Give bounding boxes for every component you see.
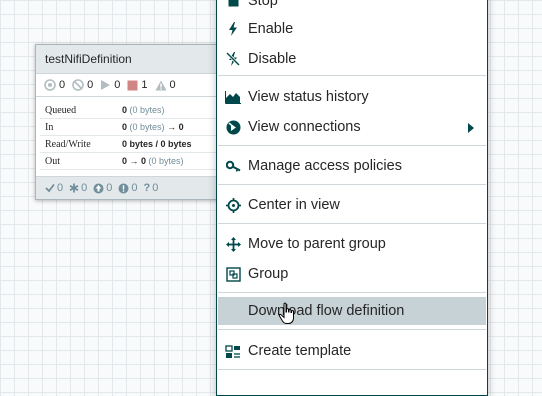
menu-item-view-status-history[interactable]: View status history bbox=[218, 83, 486, 111]
stats-count: 0 bbox=[122, 105, 128, 115]
stats-label: In bbox=[45, 121, 54, 133]
disable-flash-icon bbox=[226, 51, 240, 67]
not-transmitting-icon bbox=[72, 79, 84, 91]
menu-divider bbox=[218, 75, 486, 76]
stats-detail: (0 bytes) bbox=[129, 122, 165, 132]
move-arrows-icon bbox=[225, 236, 241, 252]
menu-item-stop[interactable]: Stop bbox=[218, 0, 486, 15]
context-menu: Stop Enable Disable View status history … bbox=[216, 0, 488, 396]
question-icon: ? bbox=[143, 182, 151, 194]
menu-item-label: Create template bbox=[248, 343, 352, 359]
menu-item-label: View status history bbox=[248, 89, 369, 105]
stats-label: Out bbox=[45, 155, 60, 167]
stats-count: 0 bbox=[122, 122, 128, 132]
transmitting-status: 0 bbox=[44, 79, 65, 91]
warning-icon bbox=[155, 80, 166, 90]
running-status: 0 bbox=[100, 79, 120, 91]
menu-item-label: Disable bbox=[248, 51, 297, 67]
template-icon bbox=[225, 344, 240, 358]
menu-item-create-template[interactable]: Create template bbox=[218, 337, 486, 365]
stats-count: 0 → 0 bbox=[122, 156, 147, 166]
menu-item-move-to-parent-group[interactable]: Move to parent group bbox=[218, 230, 486, 258]
stats-detail: (0 bytes) bbox=[148, 156, 184, 166]
hand-cursor-icon bbox=[278, 302, 294, 324]
menu-item-label: Move to parent group bbox=[248, 236, 386, 252]
transmitting-icon bbox=[44, 79, 56, 91]
menu-item-center-in-view[interactable]: Center in view bbox=[218, 191, 486, 219]
check-icon bbox=[45, 183, 55, 193]
menu-item-download-flow-definition[interactable]: Download flow definition bbox=[218, 297, 486, 325]
stats-label: Queued bbox=[45, 104, 77, 116]
menu-divider bbox=[218, 369, 486, 370]
exclamation-circle-icon bbox=[118, 183, 129, 193]
running-count: 0 bbox=[114, 79, 121, 91]
stop-icon bbox=[127, 80, 138, 90]
key-icon bbox=[225, 160, 240, 172]
modified-stale-status: 0 bbox=[118, 182, 138, 194]
not-transmitting-count: 0 bbox=[87, 79, 94, 91]
menu-item-label: Group bbox=[248, 266, 289, 282]
arrow-circle-icon bbox=[226, 120, 240, 134]
menu-divider bbox=[218, 223, 486, 224]
locally-modified-status: 0 bbox=[69, 182, 87, 194]
invalid-status: 0 bbox=[155, 79, 176, 91]
stale-status: 0 bbox=[93, 182, 112, 194]
menu-item-label: Stop bbox=[248, 0, 278, 9]
menu-divider bbox=[218, 145, 486, 146]
crosshair-icon bbox=[225, 197, 241, 213]
stats-detail: (0 bytes) bbox=[129, 105, 165, 115]
menu-item-group[interactable]: Group bbox=[218, 260, 486, 288]
invalid-count: 0 bbox=[169, 79, 176, 91]
area-chart-icon bbox=[225, 90, 241, 104]
menu-item-label: View connections bbox=[248, 119, 361, 135]
sync-failure-status: ? 0 bbox=[143, 182, 159, 194]
menu-item-disable[interactable]: Disable bbox=[218, 45, 486, 73]
menu-item-label: Enable bbox=[248, 21, 294, 37]
up-to-date-status: 0 bbox=[45, 182, 63, 194]
group-icon bbox=[225, 266, 241, 282]
not-transmitting-status: 0 bbox=[72, 79, 93, 91]
menu-item-view-connections[interactable]: View connections bbox=[218, 113, 486, 141]
stop-icon bbox=[228, 0, 238, 6]
stats-detail: 0 bytes / 0 bytes bbox=[122, 139, 192, 149]
menu-divider bbox=[218, 292, 486, 293]
play-icon bbox=[101, 80, 111, 90]
stopped-count: 1 bbox=[141, 79, 148, 91]
stats-label: Read/Write bbox=[45, 138, 91, 150]
arrow-up-circle-icon bbox=[93, 183, 104, 193]
submenu-caret-icon bbox=[468, 123, 474, 133]
transmitting-count: 0 bbox=[59, 79, 66, 91]
menu-divider bbox=[218, 329, 486, 330]
flash-icon bbox=[229, 22, 237, 36]
stats-tail: → 0 bbox=[167, 122, 184, 132]
menu-item-label: Center in view bbox=[248, 197, 340, 213]
asterisk-icon bbox=[69, 183, 79, 193]
menu-divider bbox=[218, 184, 486, 185]
stopped-status: 1 bbox=[127, 79, 148, 91]
menu-item-manage-access-policies[interactable]: Manage access policies bbox=[218, 152, 486, 180]
menu-item-label: Manage access policies bbox=[248, 158, 402, 174]
menu-item-enable[interactable]: Enable bbox=[218, 15, 486, 43]
